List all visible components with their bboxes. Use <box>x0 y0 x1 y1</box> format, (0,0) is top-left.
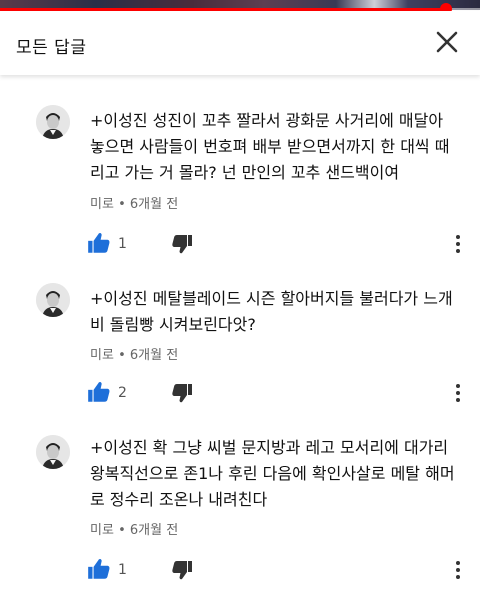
thumbs-down-icon <box>172 384 192 403</box>
comment-time: 6개월 전 <box>129 348 179 363</box>
like-count: 1 <box>118 562 127 578</box>
comment-actions: 2 <box>0 379 480 409</box>
comment-meta: 미로 • 6개월 전 <box>90 193 178 212</box>
page-title: 모든 답글 <box>16 38 87 58</box>
more-options-icon[interactable] <box>448 556 468 584</box>
comment-time: 6개월 전 <box>129 523 179 538</box>
thumbs-down-icon <box>172 561 192 580</box>
comment-item: +이성진 성진이 꼬추 짤라서 광화문 사거리에 매달아 놓으면 사람들이 번호… <box>0 105 480 275</box>
comment-author[interactable]: 미로 <box>90 197 114 212</box>
comment-text: +이성진 메탈블레이드 시즌 할아버지들 불러다가 느개비 돌림빵 시켜보린다앗… <box>90 289 453 334</box>
meta-separator: • <box>118 523 126 538</box>
like-count: 1 <box>118 236 127 252</box>
user-avatar[interactable] <box>36 435 70 469</box>
replies-panel: 모든 답글 +이성진 성진이 꼬추 짤라서 광화문 사거리에 매달아 놓으면 사… <box>0 0 480 602</box>
like-button[interactable] <box>86 379 114 407</box>
comment-author[interactable]: 미로 <box>90 348 114 363</box>
like-button[interactable] <box>86 230 114 258</box>
thumbs-down-icon <box>172 235 192 254</box>
comment-text: +이성진 확 그냥 씨벌 문지방과 레고 모서리에 대가리 왕복직선으로 존1나… <box>90 438 455 509</box>
meta-separator: • <box>118 197 126 212</box>
comment-author[interactable]: 미로 <box>90 523 114 538</box>
comment-time: 6개월 전 <box>129 197 179 212</box>
thumbs-up-icon <box>88 558 110 579</box>
thumbs-up-icon <box>88 381 110 402</box>
comment-meta: 미로 • 6개월 전 <box>90 519 178 538</box>
comment-item: +이성진 메탈블레이드 시즌 할아버지들 불러다가 느개비 돌림빵 시켜보린다앗… <box>0 283 480 413</box>
comment-actions: 1 <box>0 230 480 260</box>
user-avatar[interactable] <box>36 283 70 317</box>
replies-header: 모든 답글 <box>0 11 480 75</box>
dislike-button[interactable] <box>170 232 198 260</box>
comment-text: +이성진 성진이 꼬추 짤라서 광화문 사거리에 매달아 놓으면 사람들이 번호… <box>90 111 450 182</box>
comment-item: +이성진 확 그냥 씨벌 문지방과 레고 모서리에 대가리 왕복직선으로 존1나… <box>0 432 480 597</box>
comment-meta: 미로 • 6개월 전 <box>90 344 178 363</box>
dislike-button[interactable] <box>170 381 198 409</box>
dislike-button[interactable] <box>170 558 198 586</box>
meta-separator: • <box>118 348 126 363</box>
thumbs-up-icon <box>88 232 110 253</box>
user-avatar[interactable] <box>36 105 70 139</box>
more-options-icon[interactable] <box>448 379 468 407</box>
like-button[interactable] <box>86 556 114 584</box>
like-count: 2 <box>118 385 127 401</box>
close-icon[interactable] <box>432 27 462 57</box>
comment-actions: 1 <box>0 556 480 586</box>
more-options-icon[interactable] <box>448 230 468 258</box>
